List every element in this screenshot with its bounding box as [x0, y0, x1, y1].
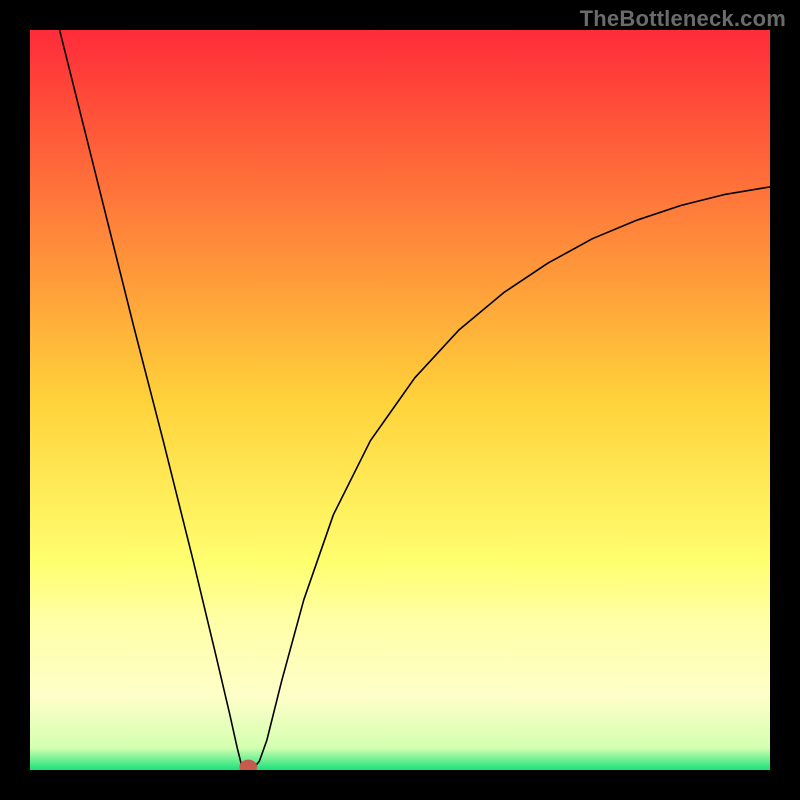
chart-frame: TheBottleneck.com [0, 0, 800, 800]
watermark-text: TheBottleneck.com [580, 6, 786, 32]
chart-svg [30, 30, 770, 770]
plot-area [30, 30, 770, 770]
